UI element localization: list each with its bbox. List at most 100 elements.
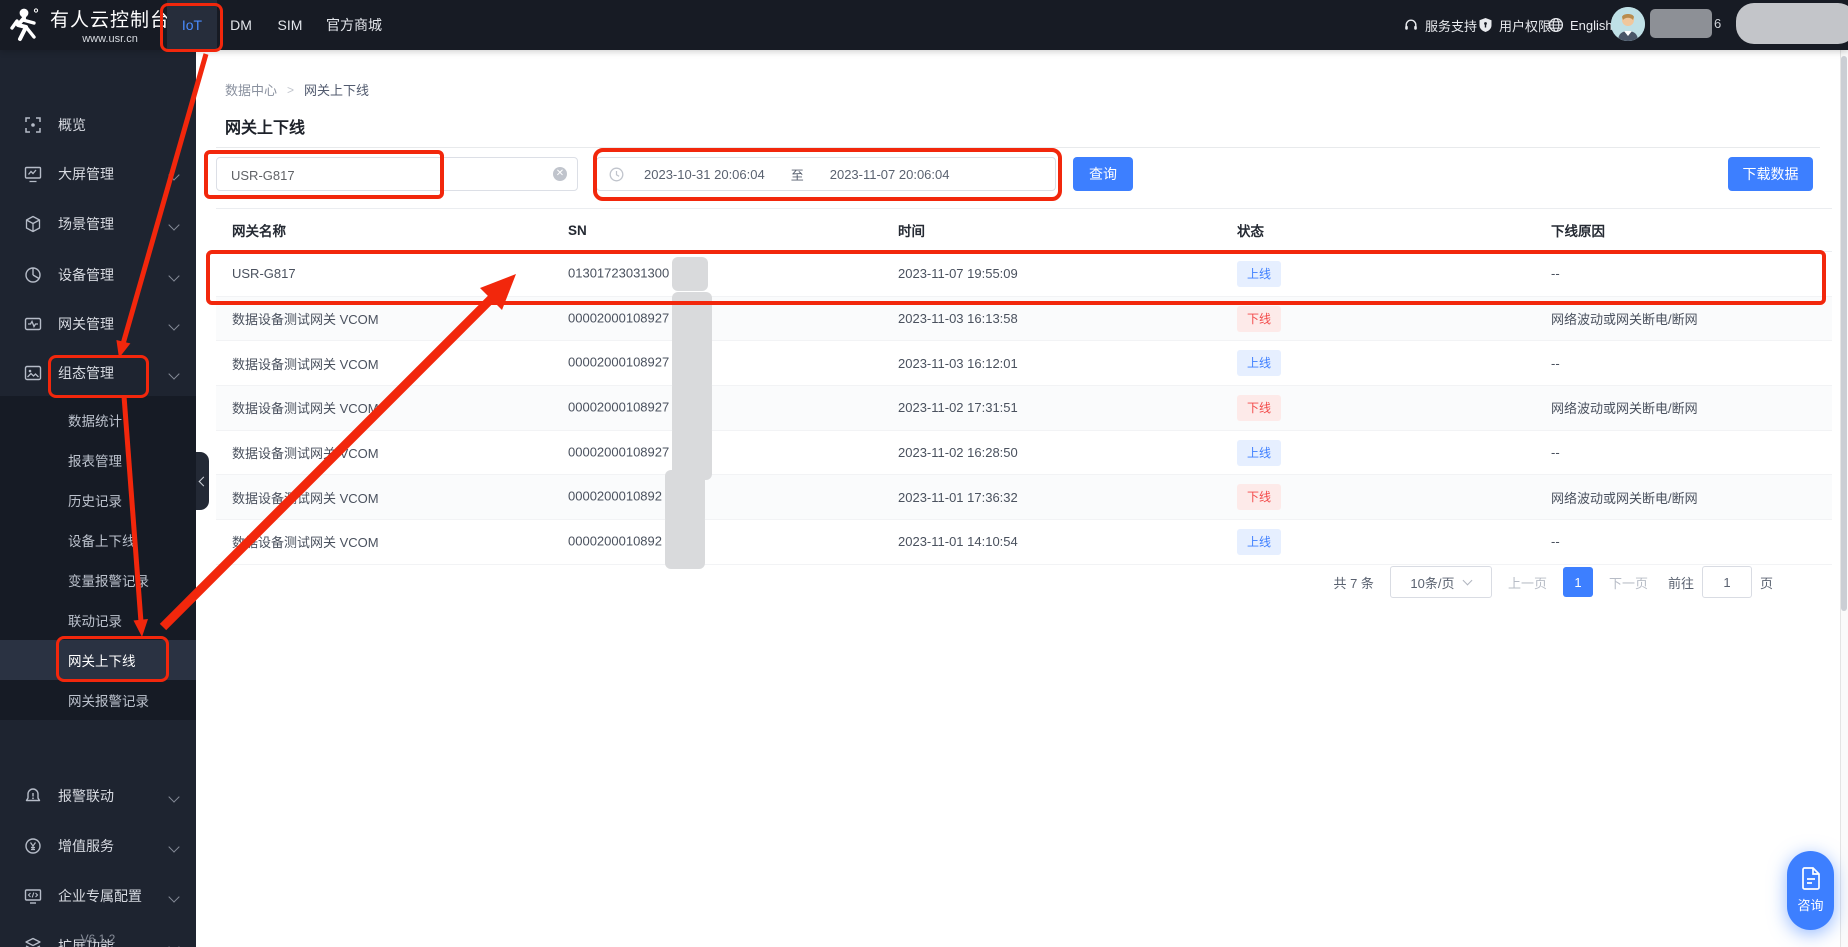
table-row[interactable]: 数据设备测试网关 VCOM 00002000108927 2023-11-02 … bbox=[216, 431, 1832, 476]
col-offline-reason: 下线原因 bbox=[1535, 220, 1832, 240]
subitem-label: 网关上下线 bbox=[68, 650, 136, 670]
language-switch[interactable]: English bbox=[1548, 0, 1613, 50]
sn-value: 0000200010892 bbox=[568, 533, 662, 548]
user-permission-menu[interactable]: 用户权限 bbox=[1478, 0, 1551, 50]
sidebar-subitem-linkage-records[interactable]: 联动记录 bbox=[0, 600, 196, 640]
gateway-name-input[interactable] bbox=[229, 158, 533, 192]
next-page-button[interactable]: 下一页 bbox=[1609, 573, 1648, 592]
sidebar-item-screen-mgmt[interactable]: 大屏管理 bbox=[0, 149, 196, 199]
date-start-value[interactable]: 2023-10-31 20:06:04 bbox=[644, 167, 765, 182]
subitem-label: 报表管理 bbox=[68, 450, 122, 470]
cell-gateway-name: 数据设备测试网关 VCOM bbox=[216, 443, 552, 462]
sidebar-item-overview[interactable]: 概览 bbox=[0, 100, 196, 150]
sidebar-item-value-added-services[interactable]: 增值服务 bbox=[0, 821, 196, 871]
support-menu[interactable]: 服务支持 bbox=[1403, 0, 1477, 50]
table-row[interactable]: 数据设备测试网关 VCOM 0000200010892 2023-11-01 1… bbox=[216, 520, 1832, 565]
sidebar-subitem-device-onoff[interactable]: 设备上下线 bbox=[0, 520, 196, 560]
date-range-picker[interactable]: 2023-10-31 20:06:04 至 2023-11-07 20:06:0… bbox=[596, 157, 1056, 191]
download-data-button[interactable]: 下载数据 bbox=[1728, 157, 1813, 191]
cell-status: 下线 bbox=[1221, 306, 1535, 332]
sidebar-item-label: 概览 bbox=[58, 115, 86, 135]
tab-iot[interactable]: IoT bbox=[167, 0, 217, 50]
chevron-down-icon bbox=[168, 219, 179, 230]
sn-value: 00002000108927 bbox=[568, 355, 669, 370]
table-row[interactable]: 数据设备测试网关 VCOM 00002000108927 2023-11-03 … bbox=[216, 297, 1832, 342]
cell-time: 2023-11-07 19:55:09 bbox=[882, 266, 1221, 281]
sidebar-item-enterprise-config[interactable]: 企业专属配置 bbox=[0, 871, 196, 921]
sidebar-item-label: 组态管理 bbox=[58, 363, 114, 383]
shield-icon bbox=[1478, 17, 1493, 33]
brand-logo[interactable]: 有人云控制台 www.usr.cn bbox=[10, 0, 170, 50]
chevron-down-icon bbox=[168, 891, 179, 902]
pagination: 共 7 条 10条/页 上一页 1 下一页 前往 页 bbox=[1333, 566, 1773, 598]
subitem-label: 历史记录 bbox=[68, 490, 122, 510]
corner-redaction-blob bbox=[1736, 3, 1848, 44]
sidebar-item-label: 增值服务 bbox=[58, 836, 114, 856]
sidebar-item-alarm-linkage[interactable]: 报警联动 bbox=[0, 771, 196, 821]
support-label: 服务支持 bbox=[1425, 16, 1477, 35]
globe-icon bbox=[1548, 17, 1564, 33]
status-badge: 上线 bbox=[1237, 261, 1281, 287]
sidebar-item-label: 大屏管理 bbox=[58, 164, 114, 184]
sidebar-subitem-gateway-alarm-records[interactable]: 网关报警记录 bbox=[0, 680, 196, 720]
sidebar-item-label: 报警联动 bbox=[58, 786, 114, 806]
scrollbar-thumb[interactable] bbox=[1841, 56, 1847, 611]
picture-icon bbox=[24, 364, 42, 382]
query-button[interactable]: 查询 bbox=[1073, 157, 1133, 191]
cell-status: 上线 bbox=[1221, 440, 1535, 466]
cell-sn: 00002000108927 bbox=[552, 306, 882, 332]
goto-page-input[interactable] bbox=[1702, 566, 1752, 598]
pagination-total: 共 7 条 bbox=[1333, 573, 1373, 592]
table-row[interactable]: USR-G817 01301723031300 2023-11-07 19:55… bbox=[216, 252, 1832, 297]
page-title: 网关上下线 bbox=[225, 114, 305, 138]
cell-reason: 网络波动或网关断电/断网 bbox=[1535, 398, 1832, 417]
date-end-value[interactable]: 2023-11-07 20:06:04 bbox=[830, 167, 950, 182]
page-size-value: 10条/页 bbox=[1410, 573, 1454, 592]
sidebar-subitem-report-mgmt[interactable]: 报表管理 bbox=[0, 440, 196, 480]
sidebar-subitem-history[interactable]: 历史记录 bbox=[0, 480, 196, 520]
tab-sim[interactable]: SIM bbox=[265, 0, 315, 50]
sidebar-item-gateway-mgmt[interactable]: 网关管理 bbox=[0, 299, 196, 349]
sidebar-item-label: 企业专属配置 bbox=[58, 886, 142, 906]
cell-gateway-name: 数据设备测试网关 VCOM bbox=[216, 532, 552, 551]
sidebar-item-device-mgmt[interactable]: 设备管理 bbox=[0, 250, 196, 300]
breadcrumb-data-center[interactable]: 数据中心 bbox=[225, 80, 277, 99]
chevron-down-icon bbox=[168, 319, 179, 330]
sidebar-subitem-data-statistics[interactable]: 数据统计 bbox=[0, 400, 196, 440]
sidebar-collapse-handle[interactable] bbox=[196, 452, 209, 510]
app-subtitle: www.usr.cn bbox=[82, 33, 138, 45]
subitem-label: 联动记录 bbox=[68, 610, 122, 630]
status-badge: 上线 bbox=[1237, 350, 1281, 376]
sidebar-item-scene-mgmt[interactable]: 场景管理 bbox=[0, 199, 196, 249]
page-size-select[interactable]: 10条/页 bbox=[1390, 566, 1492, 598]
sidebar-subitem-gateway-onoff[interactable]: 网关上下线 bbox=[0, 640, 196, 680]
sn-value: 0000200010892 bbox=[568, 489, 662, 504]
current-page-button[interactable]: 1 bbox=[1563, 567, 1593, 597]
prev-page-button[interactable]: 上一页 bbox=[1508, 573, 1547, 592]
cell-time: 2023-11-03 16:13:58 bbox=[882, 311, 1221, 326]
consult-floating-button[interactable]: 咨询 bbox=[1787, 851, 1834, 930]
sidebar-subitem-var-alarm-records[interactable]: 变量报警记录 bbox=[0, 560, 196, 600]
tab-official-store[interactable]: 官方商城 bbox=[315, 0, 393, 50]
col-sn: SN bbox=[552, 223, 882, 238]
user-permission-label: 用户权限 bbox=[1499, 16, 1551, 35]
table-row[interactable]: 数据设备测试网关 VCOM 00002000108927 2023-11-03 … bbox=[216, 341, 1832, 386]
cell-sn: 0000200010892 bbox=[552, 529, 882, 555]
consult-label: 咨询 bbox=[1797, 895, 1823, 914]
sn-redaction-blob bbox=[672, 257, 708, 291]
cell-gateway-name: 数据设备测试网关 VCOM bbox=[216, 398, 552, 417]
table-row[interactable]: 数据设备测试网关 VCOM 0000200010892 2023-11-01 1… bbox=[216, 475, 1832, 520]
subitem-label: 变量报警记录 bbox=[68, 570, 149, 590]
headset-icon bbox=[1403, 17, 1419, 33]
data-center-submenu: 数据统计 报表管理 历史记录 设备上下线 变量报警记录 联动记录 网关上下线 网… bbox=[0, 396, 196, 720]
avatar[interactable] bbox=[1611, 7, 1645, 41]
cell-gateway-name: 数据设备测试网关 VCOM bbox=[216, 309, 552, 328]
table-row[interactable]: 数据设备测试网关 VCOM 00002000108927 2023-11-02 … bbox=[216, 386, 1832, 431]
tab-dm[interactable]: DM bbox=[217, 0, 265, 50]
cell-status: 上线 bbox=[1221, 350, 1535, 376]
status-badge: 下线 bbox=[1237, 395, 1281, 421]
clear-input-icon[interactable]: ✕ bbox=[553, 167, 567, 181]
username-redaction-blob bbox=[1650, 9, 1712, 38]
chevron-down-icon bbox=[168, 791, 179, 802]
sidebar-item-config-mgmt[interactable]: 组态管理 bbox=[0, 348, 196, 398]
